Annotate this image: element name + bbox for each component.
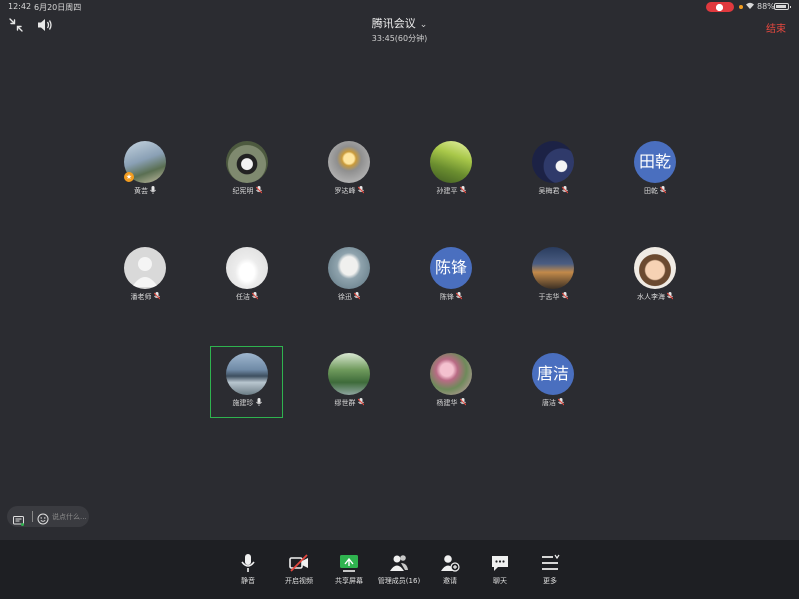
- mic-muted-icon: [357, 398, 364, 406]
- participant-name: 陈锋: [440, 293, 454, 301]
- invite-icon: [441, 555, 460, 572]
- start-video-label: 开启视频: [285, 577, 313, 585]
- meeting-toolbar: 静音 开启视频 共享屏幕 管理成员(16) 邀请 聊天 更多: [0, 540, 799, 599]
- mic-muted-icon: [459, 398, 466, 406]
- mute-button[interactable]: 静音: [220, 540, 276, 586]
- mic-muted-icon: [558, 398, 564, 406]
- chat-placeholder[interactable]: 说点什么...: [52, 512, 87, 522]
- participant-tile[interactable]: 纪宪明: [211, 141, 283, 196]
- mic-muted-icon: [153, 292, 160, 300]
- mic-muted-icon: [660, 186, 666, 194]
- host-badge-icon: ★: [124, 172, 134, 182]
- participant-name: 黄芸: [134, 187, 148, 195]
- participant-avatar: [226, 247, 268, 289]
- participant-avatar: [532, 141, 574, 183]
- mute-label: 静音: [241, 577, 255, 585]
- participant-avatar: [430, 141, 472, 183]
- participant-tile[interactable]: 任洁: [211, 247, 283, 302]
- participant-tile[interactable]: 于志华: [517, 247, 589, 302]
- participant-name: 孙建平: [436, 187, 458, 195]
- mic-muted-icon: [456, 292, 462, 300]
- participant-name: 施建珍: [232, 399, 254, 407]
- participant-avatar: [328, 247, 370, 289]
- participant-name: 田乾: [644, 187, 658, 195]
- participant-name: 唐洁: [542, 399, 556, 407]
- mic-active-icon: [150, 186, 156, 194]
- more-label: 更多: [543, 577, 557, 585]
- participant-tile[interactable]: 田乾 田乾: [619, 141, 691, 196]
- participant-name: 纪宪明: [232, 187, 254, 195]
- participant-avatar: [634, 247, 676, 289]
- more-icon: [542, 554, 560, 570]
- participant-tile[interactable]: 徐迅: [313, 247, 385, 302]
- mic-muted-icon: [354, 292, 360, 300]
- participant-avatar: [328, 353, 370, 395]
- mic-active-icon: [255, 398, 262, 406]
- participant-name: 水人李海: [637, 293, 665, 301]
- participant-avatar: [430, 353, 472, 395]
- mic-muted-icon: [255, 186, 262, 194]
- start-video-button[interactable]: 开启视频: [271, 540, 327, 586]
- participant-tile[interactable]: 唐洁 唐洁: [517, 353, 589, 408]
- participant-tile[interactable]: 罗达峰: [313, 141, 385, 196]
- participant-tile[interactable]: 吴梅君: [517, 141, 589, 196]
- participant-avatar: [532, 247, 574, 289]
- members-icon: [390, 555, 408, 571]
- mic-muted-icon: [667, 292, 673, 300]
- participant-grid: ★ 黄芸 纪宪明 罗达峰 孙建平 吴梅君 田乾 田乾 潘老师 任洁 徐迅 陈锋: [0, 0, 799, 540]
- participant-tile[interactable]: ★ 黄芸: [109, 141, 181, 196]
- emoji-icon[interactable]: [37, 510, 49, 525]
- share-screen-icon: [340, 555, 358, 572]
- participant-name: 潘老师: [130, 293, 152, 301]
- chat-label: 聊天: [493, 577, 507, 585]
- participant-name: 于志华: [538, 293, 560, 301]
- participant-name: 罗达峰: [334, 187, 356, 195]
- participant-tile[interactable]: 陈锋 陈锋: [415, 247, 487, 302]
- chat-quick-input[interactable]: 说点什么...: [7, 506, 89, 527]
- share-screen-label: 共享屏幕: [335, 577, 363, 585]
- mic-muted-icon: [561, 292, 568, 300]
- participant-name: 杨建华: [436, 399, 458, 407]
- participant-tile[interactable]: 杨建华: [415, 353, 487, 408]
- participant-tile[interactable]: 缪世群: [313, 353, 385, 408]
- chat-button[interactable]: 聊天: [472, 540, 528, 586]
- manage-members-button[interactable]: 管理成员(16): [371, 540, 427, 586]
- participant-tile[interactable]: 孙建平: [415, 141, 487, 196]
- participant-name: 缪世群: [334, 399, 356, 407]
- share-screen-button[interactable]: 共享屏幕: [321, 540, 377, 586]
- more-button[interactable]: 更多: [522, 540, 578, 586]
- participant-avatar: [328, 141, 370, 183]
- mic-muted-icon: [459, 186, 466, 194]
- participant-avatar: [226, 141, 268, 183]
- mic-muted-icon: [252, 292, 258, 300]
- participant-tile[interactable]: 施建珍: [211, 353, 283, 408]
- default-person-icon: [132, 257, 158, 287]
- invite-label: 邀请: [443, 577, 457, 585]
- microphone-icon: [241, 554, 255, 572]
- mic-muted-icon: [561, 186, 568, 194]
- participant-name: 任洁: [236, 293, 250, 301]
- participant-avatar: 田乾: [634, 141, 676, 183]
- participant-avatar: [226, 353, 268, 395]
- chat-icon: [492, 556, 508, 571]
- participant-tile[interactable]: 潘老师: [109, 247, 181, 302]
- participant-avatar: 陈锋: [430, 247, 472, 289]
- video-off-icon: [289, 554, 308, 572]
- participant-avatar: 唐洁: [532, 353, 574, 395]
- mic-muted-icon: [357, 186, 364, 194]
- participant-name: 吴梅君: [538, 187, 560, 195]
- participant-avatar: [124, 247, 166, 289]
- participant-tile[interactable]: 水人李海: [619, 247, 691, 302]
- participant-name: 徐迅: [338, 293, 352, 301]
- chat-divider: [32, 511, 33, 522]
- manage-members-label: 管理成员(16): [377, 577, 421, 585]
- invite-button[interactable]: 邀请: [422, 540, 478, 586]
- message-toggle-icon[interactable]: [13, 511, 24, 526]
